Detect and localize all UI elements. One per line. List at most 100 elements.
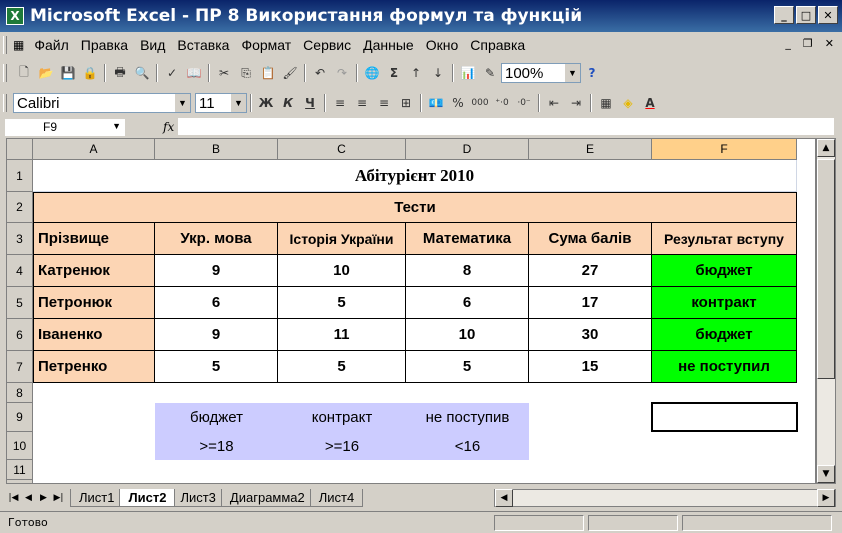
decrease-decimal-icon[interactable]: ·0⁻ <box>513 92 535 114</box>
copy-icon[interactable]: ⎘ <box>235 62 257 84</box>
italic-button[interactable]: К <box>277 92 299 114</box>
table-row-name[interactable]: Катренюк <box>33 255 155 287</box>
paste-icon[interactable]: 📋 <box>257 62 279 84</box>
zoom-select[interactable]: 100% ▼ <box>501 63 581 83</box>
menu-format[interactable]: Формат <box>235 37 297 53</box>
sort-ascending-icon[interactable]: ↑ <box>405 62 427 84</box>
new-icon[interactable]: 🗋 <box>13 62 35 84</box>
table-cell-result[interactable]: не поступил <box>652 351 797 383</box>
print-preview-icon[interactable]: 🔍 <box>131 62 153 84</box>
menu-file[interactable]: Файл <box>28 37 74 53</box>
legend-label-budget[interactable]: бюджет <box>155 403 278 432</box>
autosum-icon[interactable]: Σ <box>383 62 405 84</box>
first-sheet-icon[interactable]: |◀ <box>6 489 21 507</box>
chart-wizard-icon[interactable]: 📊 <box>457 62 479 84</box>
scroll-right-icon[interactable]: ▶ <box>817 489 835 507</box>
doc-minimize-icon[interactable]: _ <box>785 37 791 50</box>
vertical-scrollbar[interactable]: ▲ ▼ <box>816 138 836 484</box>
redo-icon[interactable]: ↷ <box>331 62 353 84</box>
row-header-12[interactable]: 12 <box>7 480 33 483</box>
font-name-select[interactable]: Calibri ▼ <box>13 93 191 113</box>
menu-help[interactable]: Справка <box>464 37 531 53</box>
scroll-thumb[interactable] <box>817 159 835 379</box>
workbook-icon[interactable]: ▦ <box>13 38 24 52</box>
chevron-down-icon[interactable]: ▼ <box>231 94 246 112</box>
toolbar-grip[interactable] <box>3 64 7 82</box>
tab-chart2[interactable]: Диаграмма2 <box>220 489 314 507</box>
decrease-indent-icon[interactable]: ⇤ <box>543 92 565 114</box>
scroll-up-icon[interactable]: ▲ <box>817 139 835 157</box>
table-cell-result[interactable]: контракт <box>652 287 797 319</box>
select-all-button[interactable] <box>7 139 33 160</box>
font-color-icon[interactable]: A <box>639 92 661 114</box>
row-header-2[interactable]: 2 <box>7 192 33 223</box>
menu-data[interactable]: Данные <box>357 37 420 53</box>
menu-insert[interactable]: Вставка <box>171 37 235 53</box>
column-header-d[interactable]: D <box>406 139 529 160</box>
menu-edit[interactable]: Правка <box>75 37 134 53</box>
header-math[interactable]: Математика <box>406 223 529 255</box>
table-cell-hist[interactable]: 10 <box>278 255 406 287</box>
bold-button[interactable]: Ж <box>255 92 277 114</box>
toolbar-grip[interactable] <box>3 94 7 112</box>
currency-icon[interactable]: 💶 <box>425 92 447 114</box>
horizontal-scrollbar[interactable]: ◀ ▶ <box>494 489 836 507</box>
undo-icon[interactable]: ↶ <box>309 62 331 84</box>
table-cell-ukr[interactable]: 9 <box>155 319 278 351</box>
table-cell-result[interactable]: бюджет <box>652 255 797 287</box>
formula-input[interactable] <box>178 118 834 135</box>
name-box[interactable]: F9 ▼ <box>5 118 125 136</box>
row-header-3[interactable]: 3 <box>7 223 33 255</box>
header-history[interactable]: Історія України <box>278 223 406 255</box>
worksheet-grid[interactable]: A B C D E F 1 2 3 4 5 6 7 8 9 10 11 12 А… <box>6 138 816 484</box>
table-cell-result[interactable]: бюджет <box>652 319 797 351</box>
increase-indent-icon[interactable]: ⇥ <box>565 92 587 114</box>
table-cell-math[interactable]: 8 <box>406 255 529 287</box>
last-sheet-icon[interactable]: ▶| <box>51 489 66 507</box>
research-icon[interactable]: 📖 <box>183 62 205 84</box>
table-cell-sum[interactable]: 17 <box>529 287 652 319</box>
borders-icon[interactable]: ▦ <box>595 92 617 114</box>
table-cell-ukr[interactable]: 9 <box>155 255 278 287</box>
legend-label-failed[interactable]: не поступив <box>406 403 529 432</box>
header-ukr[interactable]: Укр. мова <box>155 223 278 255</box>
save-icon[interactable]: 💾 <box>57 62 79 84</box>
active-cell-f9[interactable] <box>651 402 798 432</box>
percent-button[interactable]: % <box>447 92 469 114</box>
row-header-5[interactable]: 5 <box>7 287 33 319</box>
underline-button[interactable]: Ч <box>299 92 321 114</box>
tab-sheet1[interactable]: Лист1 <box>70 489 124 507</box>
table-cell-ukr[interactable]: 5 <box>155 351 278 383</box>
table-cell-ukr[interactable]: 6 <box>155 287 278 319</box>
sort-descending-icon[interactable]: ↓ <box>427 62 449 84</box>
table-cell-sum[interactable]: 30 <box>529 319 652 351</box>
tab-sheet4[interactable]: Лист4 <box>309 489 364 507</box>
menu-window[interactable]: Окно <box>420 37 465 53</box>
increase-decimal-icon[interactable]: ⁺·0 <box>491 92 513 114</box>
tab-sheet2[interactable]: Лист2 <box>119 489 176 507</box>
scroll-down-icon[interactable]: ▼ <box>817 465 835 483</box>
chevron-down-icon[interactable]: ▼ <box>112 121 121 131</box>
hyperlink-icon[interactable]: 🌐 <box>361 62 383 84</box>
thousands-button[interactable]: 000 <box>469 92 491 114</box>
open-icon[interactable]: 📂 <box>35 62 57 84</box>
row-header-11[interactable]: 11 <box>7 460 33 480</box>
header-result[interactable]: Результат вступу <box>652 223 797 255</box>
column-header-f[interactable]: F <box>652 139 797 160</box>
table-cell-hist[interactable]: 11 <box>278 319 406 351</box>
column-header-b[interactable]: B <box>155 139 278 160</box>
menu-service[interactable]: Сервис <box>297 37 357 53</box>
align-left-icon[interactable]: ≡ <box>329 92 351 114</box>
chevron-down-icon[interactable]: ▼ <box>175 94 190 112</box>
merge-center-icon[interactable]: ⊞ <box>395 92 417 114</box>
permission-icon[interactable]: 🔒 <box>79 62 101 84</box>
doc-close-icon[interactable]: ✕ <box>825 37 834 50</box>
table-cell-math[interactable]: 5 <box>406 351 529 383</box>
column-header-c[interactable]: C <box>278 139 406 160</box>
row-header-9[interactable]: 9 <box>7 403 33 432</box>
next-sheet-icon[interactable]: ▶ <box>36 489 51 507</box>
toolbar-grip[interactable] <box>3 36 7 54</box>
cut-icon[interactable]: ✂ <box>213 62 235 84</box>
header-sum[interactable]: Сума балів <box>529 223 652 255</box>
table-cell-math[interactable]: 6 <box>406 287 529 319</box>
